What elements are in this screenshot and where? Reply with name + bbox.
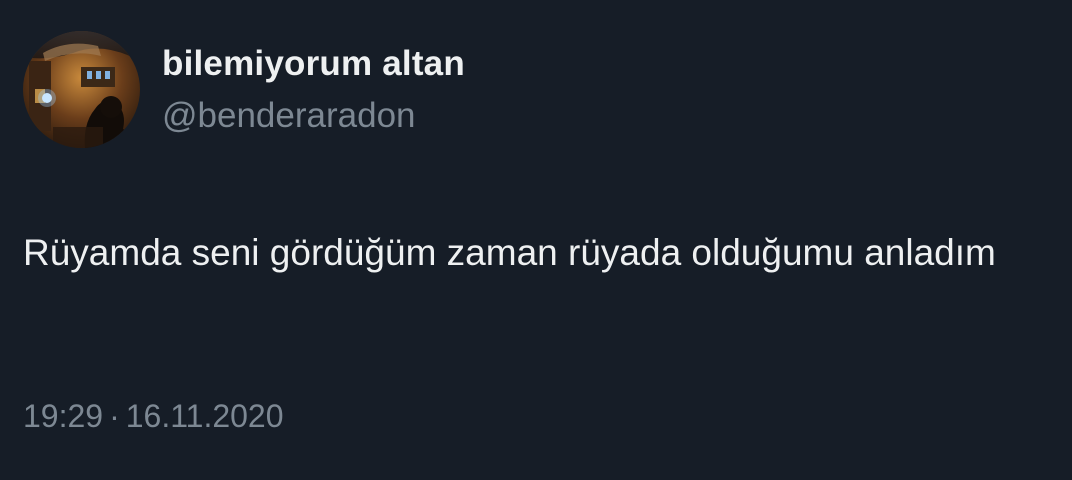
tweet-card: bilemiyorum altan @benderaradon Rüyamda … xyxy=(0,0,1072,480)
avatar[interactable] xyxy=(23,31,140,148)
tweet-text: Rüyamda seni gördüğüm zaman rüyada olduğ… xyxy=(23,232,996,273)
avatar-image xyxy=(23,31,140,148)
author-handle[interactable]: @benderaradon xyxy=(162,96,416,136)
meta-separator: · xyxy=(109,398,120,434)
author-display-name[interactable]: bilemiyorum altan xyxy=(162,44,465,84)
tweet-time: 19:29 xyxy=(23,398,104,434)
tweet-timestamp[interactable]: 19:29 · 16.11.2020 xyxy=(23,398,284,435)
tweet-date: 16.11.2020 xyxy=(125,398,284,434)
